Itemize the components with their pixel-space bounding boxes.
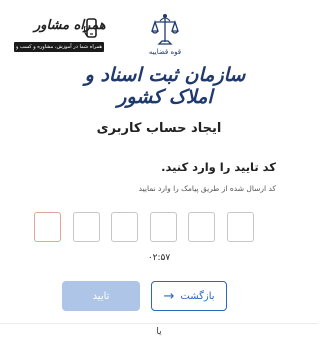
scales-of-justice-icon bbox=[151, 14, 179, 45]
arrow-right-icon: → bbox=[163, 288, 175, 304]
organization-logo: قوه قضاییه سازمان ثبت اسناد و املاک کشور bbox=[70, 12, 260, 108]
organization-subtitle: قوه قضاییه bbox=[148, 48, 182, 56]
or-separator-text: یا bbox=[156, 327, 162, 337]
otp-digit-5[interactable] bbox=[188, 212, 215, 242]
organization-name: سازمان ثبت اسناد و املاک کشور bbox=[84, 64, 246, 108]
otp-digit-6[interactable] bbox=[227, 212, 254, 242]
otp-digit-1[interactable] bbox=[34, 212, 61, 242]
page: همراه مشاور همراه شما در آموزش، مشاوره و… bbox=[0, 0, 318, 346]
otp-digit-4[interactable] bbox=[150, 212, 177, 242]
back-button-label: بازگشت bbox=[180, 290, 215, 302]
otp-digit-3[interactable] bbox=[111, 212, 138, 242]
instruction-subtitle: کد ارسال شده از طریق پیامک را وارد نمایی… bbox=[138, 184, 276, 193]
otp-digit-2[interactable] bbox=[73, 212, 100, 242]
page-title: ایجاد حساب کاربری bbox=[96, 121, 222, 136]
confirm-button[interactable]: تایید bbox=[62, 281, 140, 311]
countdown-timer: ۰۲:۵۷ bbox=[147, 253, 171, 263]
divider bbox=[0, 323, 318, 324]
back-button[interactable]: بازگشت → bbox=[151, 281, 227, 311]
otp-input-group bbox=[34, 212, 254, 244]
instruction-title: کد تایید را وارد کنید. bbox=[161, 160, 276, 174]
